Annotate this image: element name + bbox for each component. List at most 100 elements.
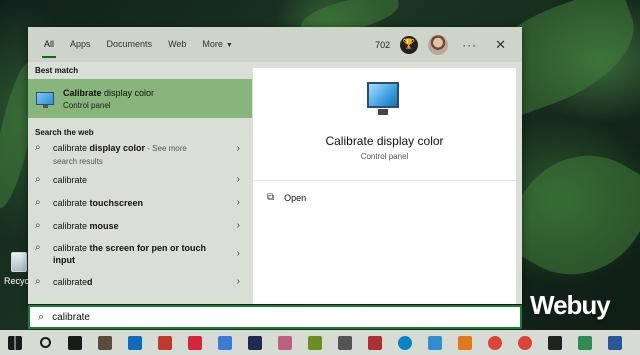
web-result-text: calibrate: [53, 221, 90, 231]
search-icon-glyph: [39, 337, 51, 348]
app-icon-glyph: [578, 335, 592, 350]
chevron-down-icon: ▼: [225, 42, 233, 49]
app-icon[interactable]: [573, 333, 597, 353]
search-icon: ⌕: [35, 276, 41, 287]
search-icon: ⌕: [38, 310, 45, 323]
web-result-bold: mouse: [89, 221, 119, 231]
tab-web[interactable]: Web: [160, 27, 194, 62]
avatar[interactable]: [428, 34, 449, 55]
display-monitor-icon: [36, 92, 54, 108]
web-result-text: calibrate: [53, 243, 90, 253]
word-icon-glyph: [608, 335, 622, 350]
search-icon: ⌕: [35, 174, 41, 185]
chrome-icon[interactable]: [513, 333, 537, 353]
open-label: Open: [284, 192, 307, 203]
results-list: Best match Calibrate display color Contr…: [28, 62, 252, 304]
app-icon-glyph: [98, 335, 112, 350]
open-icon: ⧉: [267, 192, 275, 203]
outlook-icon[interactable]: [123, 333, 147, 353]
web-result-subtext: search results: [53, 157, 103, 166]
app-icon[interactable]: [423, 333, 447, 353]
web-result-item[interactable]: ⌕ calibrate mouse ›: [28, 220, 252, 242]
app-icon-glyph: [458, 335, 472, 350]
web-result-item[interactable]: ⌕ calibrate display color - See more sear…: [28, 141, 252, 174]
rewards-points: 702: [375, 39, 391, 50]
chevron-right-icon: ›: [236, 174, 240, 185]
web-result-text: calibrate: [53, 175, 88, 185]
store-icon-glyph: [218, 335, 232, 350]
web-result-item[interactable]: ⌕ calibrate touchscreen ›: [28, 197, 252, 220]
chevron-right-icon: ›: [236, 143, 240, 154]
best-match-title-bold: Calibrate: [63, 87, 102, 98]
best-match-title-rest: display color: [101, 87, 155, 98]
preview-category: Control panel: [360, 152, 409, 161]
vectorworks-icon-glyph: [308, 335, 322, 350]
app-icon-glyph: [368, 335, 382, 350]
app-icon[interactable]: [93, 333, 117, 353]
app-icon-glyph: [338, 335, 352, 350]
watermark: Webuy: [530, 290, 611, 320]
edge-icon[interactable]: [393, 333, 417, 353]
app-icon[interactable]: [363, 333, 387, 353]
security-icon[interactable]: [543, 333, 567, 353]
tab-more[interactable]: More ▼: [194, 27, 240, 62]
windows-start-icon-glyph: [8, 335, 22, 350]
photoshop-icon[interactable]: [243, 333, 267, 353]
tab-more-label: More: [202, 39, 223, 49]
app-icon[interactable]: [273, 333, 297, 353]
tab-all[interactable]: All: [36, 27, 62, 62]
chat-search-icon: ⌕: [35, 242, 41, 253]
web-result-bold: d: [87, 277, 93, 287]
web-result-bold: display color: [89, 143, 146, 153]
app-icon-glyph: [278, 335, 292, 350]
photoshop-icon-glyph: [248, 335, 262, 350]
search-panel: All Apps Documents Web More ▼ 702 🏆 ··· ✕…: [28, 27, 522, 304]
app-icon[interactable]: [153, 333, 177, 353]
more-options-icon[interactable]: ···: [458, 38, 481, 52]
search-filter-bar: All Apps Documents Web More ▼ 702 🏆 ··· ✕: [28, 27, 522, 62]
recycle-bin-icon: [11, 252, 27, 272]
web-result-item[interactable]: ⌕ calibrate ›: [28, 174, 252, 197]
app-icon-glyph: [158, 335, 172, 350]
display-monitor-icon: [367, 82, 399, 115]
vectorworks-icon[interactable]: [303, 333, 327, 353]
web-result-suffix: - See more: [145, 144, 187, 153]
store-icon[interactable]: [213, 333, 237, 353]
web-result-text: calibrate: [53, 143, 90, 153]
chrome-icon-glyph: [518, 335, 532, 350]
trophy-icon[interactable]: 🏆: [400, 35, 419, 54]
chevron-right-icon: ›: [236, 220, 240, 231]
chevron-right-icon: ›: [236, 248, 240, 259]
edge-icon-glyph: [398, 335, 412, 350]
security-icon-glyph: [548, 335, 562, 350]
search-web-heading: Search the web: [35, 128, 94, 137]
search-icon: ⌕: [35, 142, 41, 153]
chevron-right-icon: ›: [236, 197, 240, 208]
search-input[interactable]: ⌕ calibrate: [28, 305, 522, 329]
app-icon[interactable]: [333, 333, 357, 353]
tab-apps[interactable]: Apps: [62, 27, 99, 62]
outlook-icon-glyph: [128, 335, 142, 350]
divider: [253, 180, 516, 181]
web-result-text: calibrate: [53, 277, 88, 287]
tab-documents[interactable]: Documents: [99, 27, 161, 62]
app-icon[interactable]: [453, 333, 477, 353]
search-icon: ⌕: [35, 220, 41, 231]
app-icon-glyph: [428, 335, 442, 350]
best-match-subtitle: Control panel: [63, 100, 111, 110]
taskbar: [0, 330, 640, 355]
web-result-item[interactable]: ⌕ calibrated ›: [28, 276, 252, 294]
close-icon[interactable]: ✕: [491, 37, 510, 53]
web-result-item[interactable]: ⌕ calibrate the screen for pen or touch …: [28, 242, 252, 276]
chrome-icon[interactable]: [483, 333, 507, 353]
app-icon[interactable]: [183, 333, 207, 353]
search-icon[interactable]: [33, 333, 57, 353]
search-icon: ⌕: [35, 197, 41, 208]
word-icon[interactable]: [603, 333, 627, 353]
open-action[interactable]: ⧉ Open: [267, 192, 306, 203]
web-result-text: calibrate: [53, 198, 90, 208]
best-match-item[interactable]: Calibrate display color Control panel: [28, 79, 252, 118]
app-icon-glyph: [188, 335, 202, 350]
task-view-icon[interactable]: [63, 333, 87, 353]
windows-start-icon[interactable]: [3, 333, 27, 353]
